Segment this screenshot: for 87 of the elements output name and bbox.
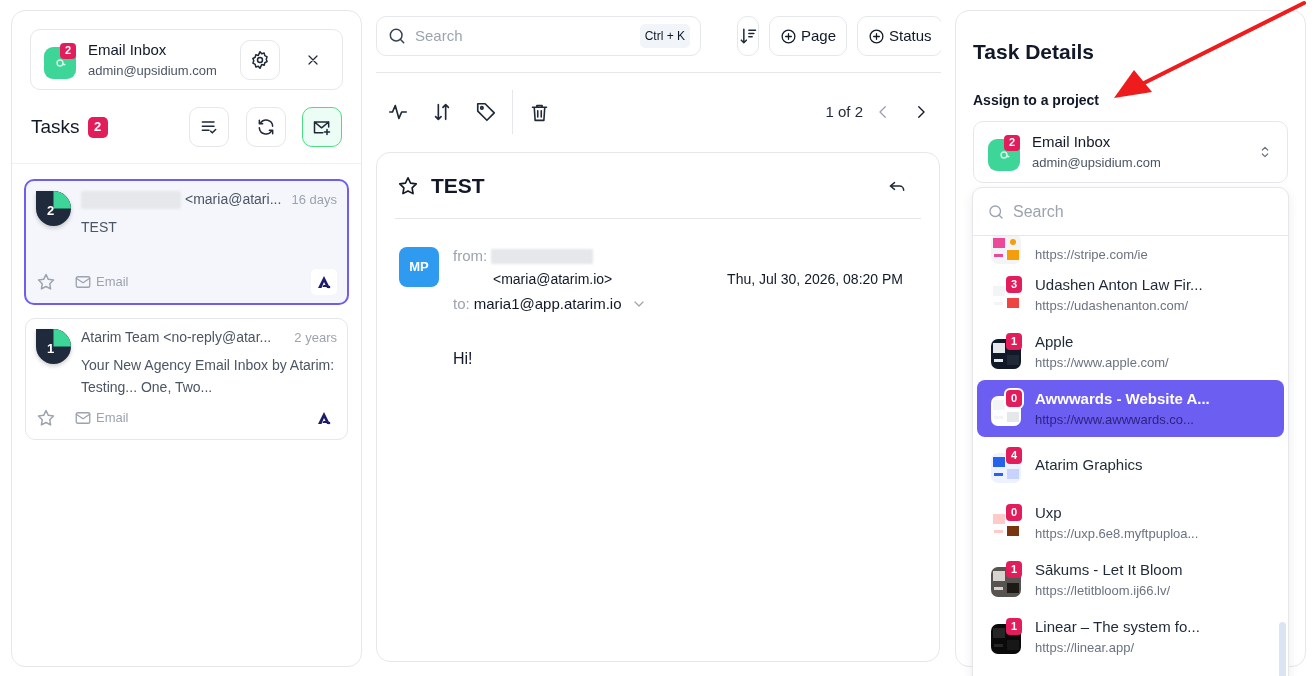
task-avatar: 1	[36, 329, 71, 364]
project-name: Udashen Anton Law Fir...	[1035, 274, 1203, 295]
count-badge: 1	[1006, 332, 1022, 350]
task-time: 2 years	[294, 328, 337, 347]
scrollbar[interactable]	[1279, 622, 1286, 676]
task-sender: <maria@atari...	[185, 190, 282, 209]
star-icon[interactable]	[36, 272, 56, 292]
project-option[interactable]: 3 Udashen Anton Law Fir... https://udashenanton.com/	[977, 266, 1284, 323]
project-url: https://stripe.com/ie	[1035, 245, 1148, 264]
search-icon	[987, 202, 1005, 221]
logo-icon	[311, 269, 337, 295]
refresh-icon	[256, 117, 276, 137]
task-avatar: 2	[36, 191, 71, 226]
task-time: 16 days	[291, 190, 337, 209]
star-icon[interactable]	[36, 408, 56, 428]
project-option[interactable]: https://stripe.com/ie	[977, 236, 1284, 266]
plus-icon	[780, 27, 797, 45]
count-badge: 1	[1006, 617, 1022, 635]
project-option[interactable]: 0 Uxp https://uxp.6e8.myftpuploa...	[977, 494, 1284, 551]
count-badge: 4	[1006, 446, 1022, 464]
to-label: to:	[453, 293, 470, 314]
count-badge: 2	[87, 116, 108, 138]
filter-button[interactable]	[189, 107, 229, 147]
mail-icon	[74, 273, 92, 291]
inbox-title: Email Inbox	[88, 39, 168, 60]
count-badge: 1	[1006, 560, 1022, 578]
project-name: Uxp	[1035, 502, 1063, 523]
email-date: Thu, Jul 30, 2026, 08:20 PM	[727, 269, 903, 289]
task-sender: Atarim Team <no-reply@atar...	[81, 328, 272, 347]
task-type: Email	[96, 409, 129, 428]
project-name: Apple	[1035, 331, 1075, 352]
count-badge: 2	[60, 42, 76, 59]
task-card[interactable]: 1 Atarim Team <no-reply@atar... 2 years Your New Agency Email Inbox by Atarim: Testing... One, Two... Email	[25, 318, 348, 440]
task-type: Email	[96, 273, 129, 292]
count-badge: 2	[1004, 134, 1020, 151]
gear-icon	[250, 49, 270, 70]
dropdown-search-field[interactable]: Search	[973, 188, 1288, 236]
sender-avatar: MP	[399, 247, 439, 287]
search-field[interactable]: Search Ctrl + K	[376, 16, 701, 56]
project-url: https://www.apple.com/	[1035, 354, 1169, 372]
sender-address: <maria@atarim.io>	[493, 269, 613, 289]
project-name: Linear – The system fo...	[1035, 616, 1200, 637]
email-subject: TEST	[431, 172, 485, 199]
project-option[interactable]: 4 Atarim Graphics	[977, 437, 1284, 494]
project-url: https://www.awwwards.co...	[1035, 411, 1195, 429]
star-icon[interactable]	[397, 174, 419, 197]
plus-icon	[868, 27, 886, 45]
project-url: https://uxp.6e8.myftpuploa...	[1035, 525, 1199, 543]
email-body: Hi!	[453, 349, 474, 369]
project-title: Email Inbox	[1032, 131, 1112, 152]
refresh-button[interactable]	[246, 107, 286, 147]
recipient-address: maria1@app.atarim.io	[473, 293, 622, 314]
count-badge: 3	[1006, 275, 1022, 293]
from-label: from:	[453, 245, 488, 266]
count-badge: 0	[1006, 503, 1022, 521]
project-option[interactable]: 1 Sākums - Let It Bloom https://letitbloom.ij66.lv/	[977, 551, 1284, 608]
sort-button[interactable]	[737, 16, 759, 56]
project-option[interactable]: 1 Apple https://www.apple.com/	[977, 323, 1284, 380]
project-name: Awwwards - Website A...	[1035, 388, 1210, 409]
search-icon	[387, 26, 407, 46]
task-subject: Your New Agency Email Inbox by Atarim: Testing... One, Two...	[81, 356, 336, 397]
task-subject: TEST	[81, 218, 118, 237]
count-badge: 0	[1006, 389, 1022, 407]
search-input[interactable]: Search	[415, 24, 632, 48]
project-url: https://linear.app/	[1035, 639, 1135, 657]
project-select[interactable]: 2 Email Inbox admin@upsidium.com	[973, 120, 1288, 183]
tasks-heading: Tasks	[31, 114, 80, 139]
project-url: https://udashenanton.com/	[1035, 297, 1190, 315]
inbox-email: admin@upsidium.com	[88, 62, 218, 80]
project-option[interactable]: 1 Linear – The system fo... https://linear.app/	[977, 608, 1284, 665]
task-card[interactable]: 2 <maria@atari... 16 days TEST Email	[24, 179, 349, 305]
shortcut-hint: Ctrl + K	[639, 24, 690, 48]
project-option[interactable]: 0 Awwwards - Website A... https://www.awwwards.co...	[977, 380, 1284, 437]
add-filter-button[interactable]: Page	[769, 16, 848, 56]
sort-icon	[738, 26, 758, 46]
project-name: Atarim Graphics	[1035, 455, 1143, 476]
field-label: Assign to a project	[973, 90, 1101, 110]
new-email-button[interactable]	[302, 107, 342, 147]
mail-icon	[74, 409, 92, 427]
search-input[interactable]: Search	[1013, 199, 1274, 224]
panel-title: Task Details	[973, 39, 1095, 65]
tag-icon	[475, 101, 497, 123]
settings-button[interactable]	[240, 39, 280, 80]
page-counter: 1 of 2	[825, 101, 863, 122]
project-url: https://letitbloom.ij66.lv/	[1035, 582, 1172, 600]
project-name: Sākums - Let It Bloom	[1035, 559, 1183, 580]
project-email: admin@upsidium.com	[1032, 154, 1162, 172]
